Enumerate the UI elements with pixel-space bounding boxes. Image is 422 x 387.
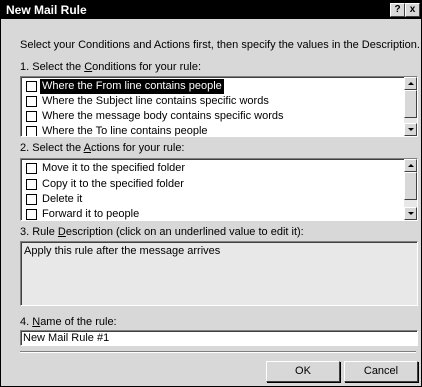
close-button[interactable]: x — [405, 3, 420, 17]
conditions-label: 1. Select the Conditions for your rule: — [20, 61, 202, 73]
actions-scrollbar[interactable] — [404, 159, 417, 220]
help-button[interactable]: ? — [390, 3, 405, 17]
scroll-up-button[interactable] — [404, 159, 417, 172]
action-item-forward[interactable]: Forward it to people — [24, 207, 402, 220]
action-label: Forward it to people — [42, 208, 140, 220]
description-label: 3. Rule Description (click on an underli… — [20, 226, 304, 238]
arrow-up-icon — [408, 164, 414, 167]
action-label: Copy it to the specified folder — [42, 178, 184, 190]
condition-checkbox[interactable] — [26, 81, 37, 92]
action-checkbox[interactable] — [26, 209, 37, 220]
action-label: Delete it — [42, 193, 83, 205]
scroll-thumb[interactable] — [404, 90, 417, 118]
ok-button[interactable]: OK — [266, 361, 340, 382]
rule-description-text: Apply this rule after the message arrive… — [24, 245, 221, 257]
action-checkbox[interactable] — [26, 179, 37, 190]
conditions-list[interactable]: Where the From line contains people Wher… — [20, 76, 418, 137]
separator — [20, 351, 416, 353]
action-item-copy[interactable]: Copy it to the specified folder — [24, 177, 402, 192]
condition-label: Where the From line contains people — [40, 79, 224, 94]
action-item-move[interactable]: Move it to the specified folder — [24, 161, 402, 176]
actions-label: 2. Select the Actions for your rule: — [20, 142, 185, 154]
actions-list[interactable]: Move it to the specified folder Copy it … — [20, 158, 418, 221]
arrow-up-icon — [408, 82, 414, 85]
condition-checkbox[interactable] — [26, 126, 37, 136]
rule-description-box[interactable]: Apply this rule after the message arrive… — [20, 241, 418, 306]
conditions-scrollbar[interactable] — [404, 77, 417, 136]
window-title: New Mail Rule — [6, 3, 87, 17]
action-item-delete[interactable]: Delete it — [24, 192, 402, 207]
action-checkbox[interactable] — [26, 163, 37, 174]
new-mail-rule-dialog: New Mail Rule ? x Select your Conditions… — [0, 0, 422, 387]
condition-item-subject[interactable]: Where the Subject line contains specific… — [24, 94, 402, 109]
condition-label: Where the Subject line contains specific… — [42, 95, 269, 107]
instructions-text: Select your Conditions and Actions first… — [20, 39, 420, 51]
arrow-down-icon — [408, 128, 414, 131]
condition-label: Where the message body contains specific… — [42, 110, 284, 122]
cancel-button[interactable]: Cancel — [344, 361, 418, 382]
scroll-thumb[interactable] — [404, 172, 417, 200]
rule-name-input[interactable] — [20, 330, 418, 346]
arrow-down-icon — [408, 212, 414, 215]
condition-checkbox[interactable] — [26, 96, 37, 107]
scroll-up-button[interactable] — [404, 77, 417, 90]
action-checkbox[interactable] — [26, 194, 37, 205]
condition-checkbox[interactable] — [26, 111, 37, 122]
condition-label: Where the To line contains people — [42, 125, 208, 137]
scroll-down-button[interactable] — [404, 123, 417, 136]
rule-name-label: 4. Name of the rule: — [20, 316, 117, 328]
action-label: Move it to the specified folder — [42, 162, 186, 174]
condition-item-to[interactable]: Where the To line contains people — [24, 124, 402, 137]
scroll-down-button[interactable] — [404, 207, 417, 220]
condition-item-body[interactable]: Where the message body contains specific… — [24, 109, 402, 124]
condition-item-from[interactable]: Where the From line contains people — [24, 79, 402, 94]
title-bar[interactable]: New Mail Rule ? x — [1, 1, 421, 19]
